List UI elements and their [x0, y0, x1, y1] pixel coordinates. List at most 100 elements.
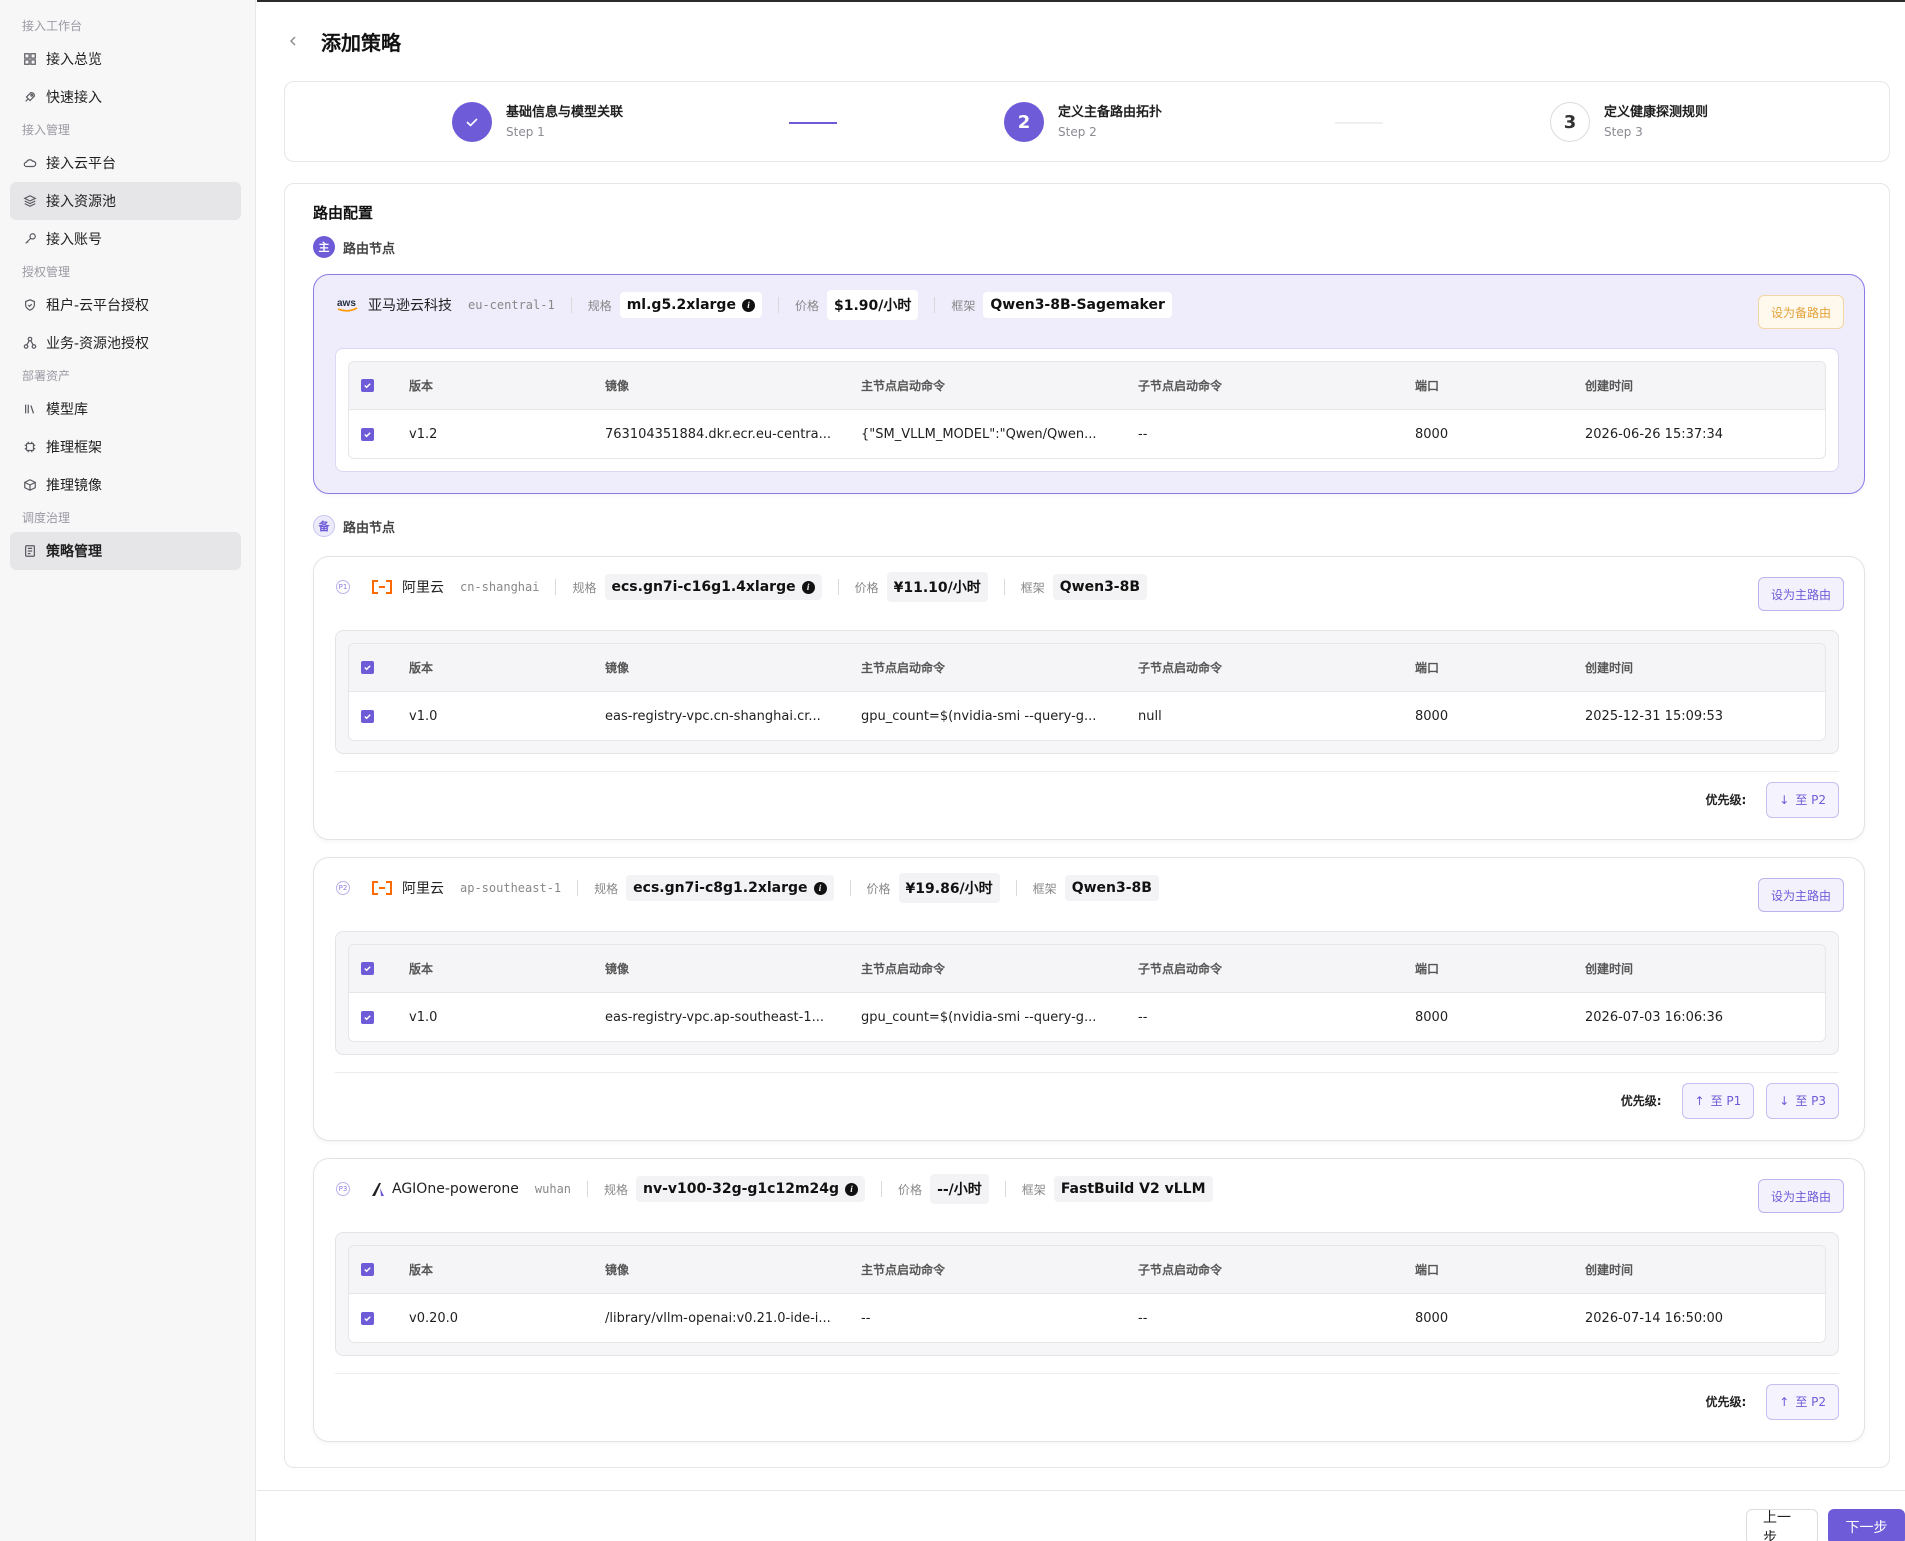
scroll-icon [22, 543, 38, 559]
box-icon [22, 477, 38, 493]
info-icon[interactable]: i [813, 881, 827, 895]
col-image: 镜像 [605, 661, 630, 675]
info-icon[interactable]: i [845, 1182, 859, 1196]
version-table: 版本 镜像 主节点启动命令 子节点启动命令 端口 创建时间 v1.2 76310… [348, 361, 1826, 459]
key-icon [22, 231, 38, 247]
sidebar-group-title: 部署资产 [22, 369, 71, 383]
sidebar: 接入工作台 接入总览 快速接入 接入管理 接入云平台 接入资源池 接入账号 授权… [0, 0, 256, 1541]
spec-value: ml.g5.2xlarge i [619, 292, 762, 318]
set-backup-route-button[interactable]: 设为备路由 [1757, 295, 1844, 329]
sidebar-item-label: 推理框架 [46, 440, 102, 456]
step-2[interactable]: 2 定义主备路由拓扑 Step 2 [1004, 102, 1162, 142]
col-sub-cmd: 子节点启动命令 [1138, 661, 1223, 675]
table-row: v1.2 763104351884.dkr.ecr.eu-centra... {… [349, 410, 1825, 458]
sidebar-item-model-library[interactable]: 模型库 [10, 390, 241, 428]
framework-value: Qwen3-8B-Sagemaker [983, 292, 1172, 318]
sidebar-item-business-auth[interactable]: 业务-资源池授权 [10, 324, 241, 362]
set-main-route-button[interactable]: 设为主路由 [1757, 1179, 1844, 1213]
col-version: 版本 [409, 1263, 434, 1277]
sidebar-item-inference-framework[interactable]: 推理框架 [10, 428, 241, 466]
sidebar-item-inference-image[interactable]: 推理镜像 [10, 466, 241, 504]
row-checkbox[interactable] [361, 709, 374, 723]
col-version: 版本 [409, 661, 434, 675]
info-icon[interactable]: i [741, 298, 755, 312]
chevron-left-icon[interactable] [283, 31, 303, 51]
sidebar-item-label: 快速接入 [46, 90, 102, 106]
move-down-button[interactable]: ↓ 至 P2 [1766, 781, 1839, 818]
cell-port: 8000 [1415, 426, 1449, 442]
framework-label: 框架 [1032, 881, 1057, 896]
row-checkbox[interactable] [361, 1010, 374, 1024]
priority-tag: P1 [336, 580, 350, 594]
step-1[interactable]: 基础信息与模型关联 Step 1 [452, 102, 623, 142]
col-created: 创建时间 [1585, 962, 1634, 976]
move-label: 至 P2 [1795, 793, 1826, 807]
sidebar-item-cloud-platform[interactable]: 接入云平台 [10, 144, 241, 182]
col-image: 镜像 [605, 379, 630, 393]
step-3[interactable]: 3 定义健康探测规则 Step 3 [1550, 102, 1708, 142]
sidebar-item-policy-management[interactable]: 策略管理 [10, 532, 241, 570]
cloud-icon [22, 155, 38, 171]
info-icon[interactable]: i [801, 580, 815, 594]
sidebar-group-title: 接入管理 [22, 123, 71, 137]
sidebar-item-resource-pool[interactable]: 接入资源池 [10, 182, 241, 220]
sidebar-item-account[interactable]: 接入账号 [10, 220, 241, 258]
priority-bar: 优先级: ↓ 至 P2 [335, 771, 1839, 827]
move-up-button[interactable]: ↑ 至 P1 [1681, 1082, 1755, 1119]
backup-badge: 备 [313, 515, 335, 537]
select-all-checkbox[interactable] [361, 1263, 374, 1276]
select-all-checkbox[interactable] [361, 962, 374, 975]
row-checkbox[interactable] [361, 1311, 374, 1325]
cell-port: 8000 [1415, 708, 1449, 724]
cell-created: 2026-07-14 16:50:00 [1585, 1310, 1724, 1326]
table-header: 版本 镜像 主节点启动命令 子节点启动命令 端口 创建时间 [349, 644, 1825, 692]
sidebar-item-overview[interactable]: 接入总览 [10, 40, 241, 78]
sidebar-item-quick-access[interactable]: 快速接入 [10, 78, 241, 116]
spec-text: ecs.gn7i-c16g1.4xlarge [611, 579, 796, 595]
col-version: 版本 [409, 962, 434, 976]
divider [577, 880, 579, 896]
set-main-route-button[interactable]: 设为主路由 [1757, 577, 1844, 611]
sidebar-item-label: 接入云平台 [46, 156, 116, 172]
table-row: v1.0 eas-registry-vpc.cn-shanghai.cr... … [349, 692, 1825, 740]
region: ap-southeast-1 [460, 881, 562, 895]
agione-logo-icon [370, 1180, 388, 1198]
table-header: 版本 镜像 主节点启动命令 子节点启动命令 端口 创建时间 [349, 945, 1825, 993]
rocket-icon [22, 89, 38, 105]
next-step-button[interactable]: 下一步 [1828, 1509, 1905, 1541]
select-all-checkbox[interactable] [361, 379, 374, 392]
divider [1015, 880, 1017, 896]
move-up-button[interactable]: ↑ 至 P2 [1766, 1383, 1839, 1420]
provider-name: 亚马逊云科技 [368, 298, 452, 314]
divider [837, 579, 839, 595]
spec-text: ecs.gn7i-c8g1.2xlarge [633, 880, 808, 896]
step-number: 3 [1550, 102, 1590, 142]
arrow-down-icon: ↓ [1779, 792, 1790, 807]
node-header: P2 阿里云 ap-southeast-1 规格 ecs.gn7i-c8g1.2… [336, 858, 1159, 918]
spec-value: nv-v100-32g-g1c12m24g i [636, 1176, 866, 1202]
divider [587, 1181, 589, 1197]
footer-bar: 上一步 下一步 [257, 1490, 1905, 1541]
node-header: aws 亚马逊云科技 eu-central-1 规格 ml.g5.2xlarge… [336, 275, 1172, 335]
set-main-route-button[interactable]: 设为主路由 [1757, 878, 1844, 912]
node-header: P3 AGIOne-powerone wuhan 规格 nv-v100-32g-… [336, 1159, 1213, 1219]
move-down-button[interactable]: ↓ 至 P3 [1766, 1082, 1839, 1119]
sidebar-item-tenant-auth[interactable]: 租户-云平台授权 [10, 286, 241, 324]
sidebar-group-title: 授权管理 [22, 265, 71, 279]
priority-bar: 优先级: ↑ 至 P1 ↓ 至 P3 [335, 1072, 1839, 1128]
row-checkbox[interactable] [361, 427, 374, 441]
version-table-wrapper: 版本 镜像 主节点启动命令 子节点启动命令 端口 创建时间 v1.2 76310… [335, 348, 1839, 472]
version-table-wrapper: 版本 镜像 主节点启动命令 子节点启动命令 端口 创建时间 v1.0 eas-r… [335, 931, 1839, 1055]
shield-icon [22, 297, 38, 313]
col-port: 端口 [1415, 379, 1440, 393]
table-row: v1.0 eas-registry-vpc.ap-southeast-1... … [349, 993, 1825, 1041]
version-table-wrapper: 版本 镜像 主节点启动命令 子节点启动命令 端口 创建时间 v0.20.0 /l… [335, 1232, 1839, 1356]
price-label: 价格 [794, 298, 819, 313]
framework-label: 框架 [951, 298, 976, 313]
prev-step-button[interactable]: 上一步 [1746, 1509, 1818, 1541]
section-title: 路由配置 [313, 204, 374, 222]
cell-version: v0.20.0 [409, 1310, 459, 1326]
step-sub: Step 1 [506, 125, 545, 139]
step-connector [1335, 122, 1383, 124]
select-all-checkbox[interactable] [361, 661, 374, 674]
